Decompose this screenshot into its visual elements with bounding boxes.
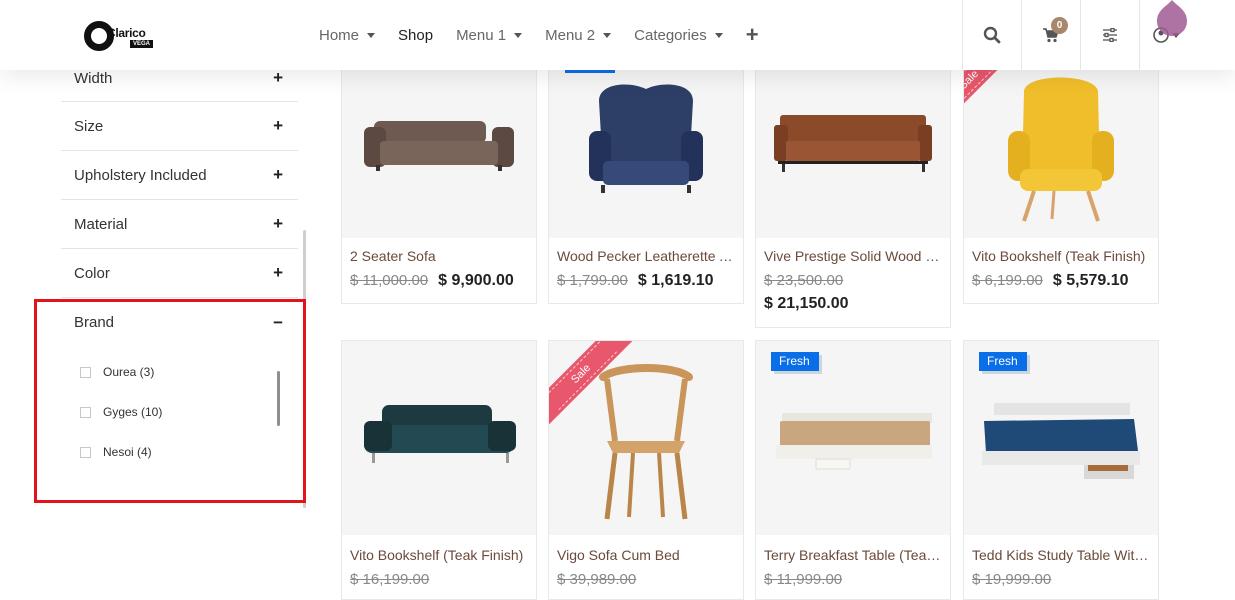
brand-list-scrollbar[interactable] [277, 371, 280, 426]
product-image[interactable] [549, 61, 743, 238]
old-price: $ 39,989.00 [557, 571, 637, 588]
filter-material-label: Material [74, 215, 128, 233]
logo-text: Clarico [107, 26, 146, 40]
filter-width-label: Width [74, 69, 113, 87]
header-icons: 0 [962, 0, 1198, 70]
plus-icon: + [273, 165, 283, 184]
fresh-tag: Fresh [979, 352, 1027, 371]
nav-shop-label: Shop [398, 26, 434, 44]
main-nav: Home Shop Menu 1 Menu 2 Categories + [319, 0, 782, 70]
old-price: $ 23,500.00 [764, 272, 844, 289]
cart-button[interactable]: 0 [1021, 0, 1080, 70]
product-name[interactable]: Vigo Sofa Cum Bed [549, 547, 743, 563]
checkbox-icon[interactable] [80, 366, 91, 378]
filter-size-label: Size [74, 117, 104, 135]
chevron-down-icon [603, 33, 612, 38]
sale-price: $ 5,579.10 [1052, 272, 1129, 289]
product-card[interactable]: Vito Bookshelf (Teak Finish) $ 16,199.00 [341, 340, 537, 600]
fresh-tag: Fresh [771, 352, 819, 371]
brand-option-nesoi[interactable]: Nesoi (4) [80, 445, 152, 459]
nav-menu-1-label: Menu 1 [456, 26, 507, 44]
brand-option-label: Ourea (3) [103, 365, 155, 379]
plus-icon: + [273, 263, 283, 282]
sale-price: $ 9,900.00 [438, 272, 514, 289]
old-price: $ 1,799.00 [557, 272, 628, 289]
chevron-down-icon [714, 33, 723, 38]
product-card[interactable]: Wood Pecker Leatherette Armchair $ 1,799… [548, 60, 744, 304]
filter-size[interactable]: Size + [61, 102, 298, 151]
clarico-logo[interactable]: Clarico VEGA [84, 20, 158, 52]
plus-icon: + [273, 68, 283, 87]
old-price: $ 19,999.00 [972, 571, 1052, 588]
product-name[interactable]: 2 Seater Sofa [342, 248, 536, 264]
plus-icon: + [273, 214, 283, 233]
product-card[interactable]: Sale Vito Bookshelf (Teak Finish) $ 6,19… [963, 60, 1159, 304]
nav-menu-1[interactable]: Menu 1 [456, 26, 523, 44]
product-image[interactable]: Sale [549, 341, 743, 535]
brand-option-label: Nesoi (4) [103, 445, 152, 459]
product-name[interactable]: Vive Prestige Solid Wood Sofa [756, 248, 950, 264]
product-card[interactable]: 2 Seater Sofa $ 11,000.00 $ 9,900.00 [341, 60, 537, 304]
nav-more-button[interactable]: + [746, 24, 759, 46]
product-card[interactable]: Fresh Terry Breakfast Table (Teak Finish… [755, 340, 951, 600]
filter-upholstery[interactable]: Upholstery Included + [61, 151, 298, 200]
nav-shop[interactable]: Shop [398, 27, 433, 44]
old-price: $ 6,199.00 [972, 272, 1043, 289]
filter-color[interactable]: Color + [61, 249, 298, 298]
product-image[interactable]: Fresh [964, 341, 1158, 535]
nav-home-label: Home [319, 26, 360, 44]
nav-home[interactable]: Home [319, 26, 376, 44]
product-card[interactable]: Sale Vigo Sofa Cum Bed $ 39,989.00 [548, 340, 744, 600]
chevron-down-icon [514, 33, 523, 38]
old-price: $ 11,000.00 [350, 272, 429, 289]
sofa-image-icon [774, 115, 932, 172]
armchair-image-icon [589, 84, 703, 193]
armchair-image-icon [1008, 77, 1114, 222]
filter-settings-button[interactable] [1080, 0, 1139, 70]
old-price: $ 11,999.00 [764, 571, 843, 588]
product-name[interactable]: Tedd Kids Study Table With Drawer [964, 547, 1158, 563]
nav-menu-2-label: Menu 2 [545, 26, 596, 44]
product-name[interactable]: Wood Pecker Leatherette Armchair [549, 248, 743, 264]
search-icon [983, 26, 1001, 44]
logo-sub: VEGA [130, 40, 154, 48]
brand-option-gyges[interactable]: Gyges (10) [80, 405, 162, 419]
product-name[interactable]: Vito Bookshelf (Teak Finish) [964, 248, 1158, 264]
filter-sliders-icon [1103, 28, 1117, 42]
product-name[interactable]: Terry Breakfast Table (Teak Finish) [756, 547, 950, 563]
nav-categories-label: Categories [634, 26, 707, 44]
plus-icon: + [273, 116, 283, 135]
sale-price: $ 1,619.10 [637, 272, 714, 289]
sofa-image-icon [364, 121, 514, 171]
product-name[interactable]: Vito Bookshelf (Teak Finish) [342, 547, 536, 563]
brand-option-ourea[interactable]: Ourea (3) [80, 365, 154, 379]
product-card[interactable]: Fresh Tedd Kids Study Table With Drawer … [963, 340, 1159, 600]
product-image[interactable] [342, 341, 536, 535]
sale-price: $ 21,150.00 [764, 295, 849, 312]
nav-categories[interactable]: Categories [634, 27, 723, 44]
nav-menu-2[interactable]: Menu 2 [545, 26, 612, 44]
product-image[interactable]: Fresh [756, 341, 950, 535]
user-menu-button[interactable] [1139, 0, 1198, 70]
filter-material[interactable]: Material + [61, 200, 298, 249]
plus-icon: + [745, 22, 759, 47]
avatar-blob-icon [1157, 0, 1187, 36]
brand-filter-highlight [34, 299, 306, 503]
cart-count-badge: 0 [1051, 17, 1068, 34]
old-price: $ 16,199.00 [350, 571, 430, 588]
brand-option-label: Gyges (10) [103, 405, 163, 419]
product-image[interactable] [756, 61, 950, 238]
product-image[interactable] [342, 61, 536, 238]
filter-color-label: Color [74, 264, 110, 282]
sofa-image-icon [364, 405, 516, 463]
checkbox-icon[interactable] [80, 406, 91, 418]
search-button[interactable] [962, 0, 1021, 70]
checkbox-icon[interactable] [80, 446, 91, 458]
filter-upholstery-label: Upholstery Included [74, 166, 207, 184]
site-header: Clarico VEGA Home Shop Menu 1 Menu 2 Cat… [0, 0, 1235, 70]
chevron-down-icon [367, 33, 376, 38]
product-card[interactable]: Vive Prestige Solid Wood Sofa $ 23,500.0… [755, 60, 951, 328]
product-image[interactable]: Sale [964, 61, 1158, 238]
